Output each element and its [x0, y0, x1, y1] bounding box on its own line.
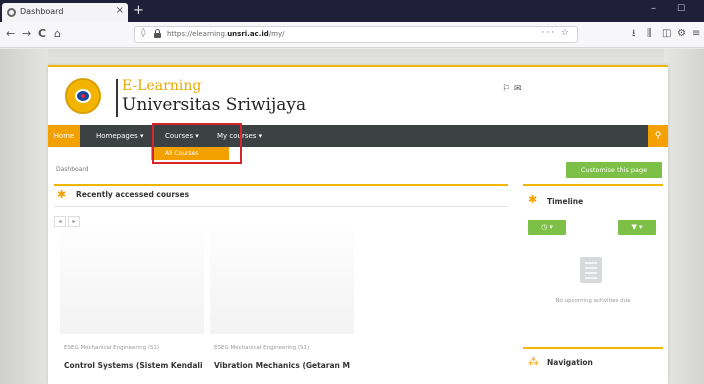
background-decoration	[0, 49, 48, 384]
tab-title: Dashboard	[20, 7, 64, 16]
address-bar[interactable]: ◊ https://elearning.unsri.ac.id/my/ ··· …	[134, 26, 578, 43]
tracking-shield-icon[interactable]: ◊	[141, 28, 145, 38]
star-icon: ✱	[528, 193, 538, 206]
menu-home[interactable]: Home	[48, 125, 80, 147]
page-viewport: E-Learning Universitas Sriwijaya ⚐ ✉ Hom…	[0, 49, 704, 384]
block-title: Navigation	[547, 358, 593, 367]
browser-tab-strip: Dashboard × + – ☐	[0, 0, 704, 22]
sidebar-icon[interactable]: ◫	[662, 27, 671, 41]
prev-page-button[interactable]: ◂	[54, 216, 66, 227]
menu-homepages[interactable]: Homepages ▾	[90, 125, 150, 147]
timeline-filter-button[interactable]: ▼ ▾	[618, 220, 656, 235]
brand-divider	[116, 79, 118, 117]
background-decoration	[664, 49, 704, 384]
browser-toolbar: ← → C ⌂ ◊ https://elearning.unsri.ac.id/…	[0, 22, 704, 48]
university-logo[interactable]	[65, 78, 101, 114]
site-container: E-Learning Universitas Sriwijaya ⚐ ✉ Hom…	[48, 65, 668, 384]
breadcrumb[interactable]: Dashboard	[56, 166, 89, 173]
forward-button[interactable]: →	[22, 27, 31, 41]
home-button[interactable]: ⌂	[54, 27, 61, 41]
library-icon[interactable]: ⫼	[647, 27, 652, 41]
downloads-icon[interactable]: ⭳	[632, 27, 636, 41]
next-page-button[interactable]: ▸	[68, 216, 80, 227]
extension-icon[interactable]: ⚙	[677, 27, 686, 41]
menu-icon[interactable]: ≡	[692, 27, 700, 41]
divider	[54, 206, 508, 207]
brand-title[interactable]: E-Learning	[122, 78, 201, 94]
course-card[interactable]: ESEG Mechanical Engineering (S1) Control…	[60, 230, 204, 380]
course-name[interactable]: Vibration Mechanics (Getaran M	[214, 361, 358, 370]
customize-page-button[interactable]: Customise this page	[566, 162, 662, 178]
close-tab-icon[interactable]: ×	[116, 5, 124, 16]
sitemap-icon: ⁂	[528, 355, 539, 368]
search-icon[interactable]: ⚲	[648, 125, 668, 147]
url-text[interactable]: https://elearning.unsri.ac.id/my/	[167, 30, 284, 38]
block-title: Timeline	[547, 197, 584, 206]
block-title: Recently accessed courses	[76, 190, 190, 199]
course-image[interactable]	[60, 230, 204, 334]
browser-tab[interactable]: Dashboard ×	[2, 3, 128, 22]
highlight-annotation	[152, 123, 242, 164]
course-card[interactable]: ESEG Mechanical Engineering (S1) Vibrati…	[210, 230, 354, 380]
brand-subtitle[interactable]: Universitas Sriwijaya	[122, 95, 306, 115]
recent-courses-block: ✱ Recently accessed courses ◂ ▸ ESEG Mec…	[54, 184, 508, 384]
moodle-favicon-icon	[7, 8, 16, 17]
reload-button[interactable]: C	[38, 27, 46, 41]
empty-state-text: No upcoming activities due	[555, 298, 631, 304]
course-category: ESEG Mechanical Engineering (S1)	[214, 345, 310, 351]
empty-document-icon	[580, 257, 602, 283]
lock-icon[interactable]	[154, 29, 161, 38]
minimize-window-icon[interactable]: –	[651, 3, 656, 14]
notifications-icon[interactable]: ⚐	[502, 84, 510, 94]
new-tab-button[interactable]: +	[133, 3, 144, 18]
timeline-block: ✱ Timeline ◷ ▾ ▼ ▾ No upcoming activitie…	[523, 184, 663, 341]
course-name[interactable]: Control Systems (Sistem Kendali	[64, 361, 208, 370]
site-header: E-Learning Universitas Sriwijaya ⚐ ✉	[48, 65, 668, 125]
messages-icon[interactable]: ✉	[514, 84, 522, 94]
course-category: ESEG Mechanical Engineering (S1)	[64, 345, 160, 351]
maximize-window-icon[interactable]: ☐	[677, 4, 685, 14]
navigation-block: ⁂ Navigation	[523, 347, 663, 384]
star-icon: ✱	[57, 188, 67, 201]
main-menu: Home Homepages ▾ Courses ▾ My courses ▾ …	[48, 125, 668, 147]
page-actions[interactable]: ··· ☆	[541, 28, 571, 38]
course-image[interactable]	[210, 230, 354, 334]
back-button[interactable]: ←	[6, 27, 15, 41]
timeline-sort-button[interactable]: ◷ ▾	[528, 220, 566, 235]
